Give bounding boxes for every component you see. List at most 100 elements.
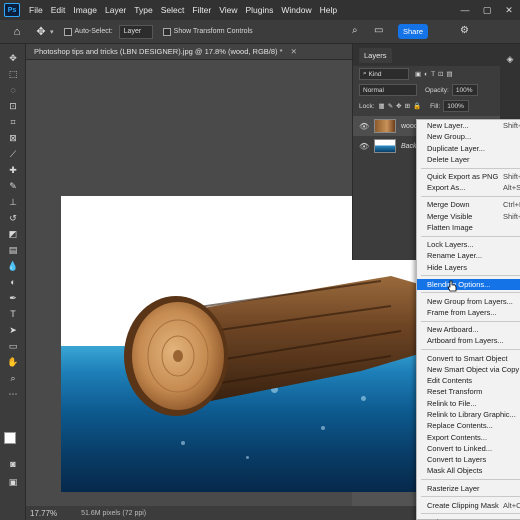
context-menu-item[interactable]: Convert to Linked... xyxy=(417,443,520,454)
menu-edit[interactable]: Edit xyxy=(47,5,70,15)
window-controls: — ▢ ✕ xyxy=(454,0,520,20)
frame-icon[interactable]: ⊠ xyxy=(0,130,26,146)
context-menu-item[interactable]: Duplicate Layer... xyxy=(417,143,520,154)
zoom-icon[interactable]: ⌕ xyxy=(0,370,26,386)
context-menu-item[interactable]: Blending Options... xyxy=(417,278,520,290)
context-menu-item[interactable]: New Smart Object via Copy xyxy=(417,364,520,375)
healing-brush-icon[interactable]: ✚ xyxy=(0,162,26,178)
close-window-button[interactable]: ✕ xyxy=(498,5,520,16)
history-brush-icon[interactable]: ↺ xyxy=(0,210,26,226)
move-icon[interactable]: ✥ xyxy=(0,50,26,66)
context-menu-item[interactable]: Rasterize Layer xyxy=(417,483,520,494)
context-menu-item-label: Relink to Library Graphic... xyxy=(427,410,516,419)
workspace-icon[interactable]: ▭ xyxy=(374,25,383,36)
color-swatches[interactable] xyxy=(4,432,24,452)
object-select-icon[interactable]: ⊡ xyxy=(0,98,26,114)
context-menu-item[interactable]: New Group... xyxy=(417,131,520,142)
opacity-field[interactable]: 100% xyxy=(451,84,478,96)
context-menu-item-shortcut: Shift+Ctrl+E xyxy=(503,211,520,221)
menu-image[interactable]: Image xyxy=(69,5,101,15)
document-tab[interactable]: Photoshop tips and tricks (LBN DESIGNER)… xyxy=(26,44,352,60)
context-menu-item[interactable]: New Layer... Shift+Ctrl+N xyxy=(417,120,520,131)
context-menu-item[interactable]: Frame from Layers... xyxy=(417,307,520,318)
transform-controls-checkbox[interactable] xyxy=(162,27,171,36)
context-menu-item[interactable]: Lock Layers... xyxy=(417,239,520,250)
menu-filter[interactable]: Filter xyxy=(188,5,215,15)
pen-icon[interactable]: ✒ xyxy=(0,290,26,306)
foreground-color-swatch[interactable] xyxy=(4,432,16,444)
marquee-icon[interactable]: ⬚ xyxy=(0,66,26,82)
menu-file[interactable]: File xyxy=(25,5,47,15)
context-menu-item[interactable]: Create Clipping Mask Alt+Ctrl+G xyxy=(417,500,520,511)
clone-stamp-icon[interactable]: ⊥ xyxy=(0,194,26,210)
crop-icon[interactable]: ⌗ xyxy=(0,114,26,130)
auto-select-dropdown[interactable]: Layer xyxy=(118,24,153,39)
layers-dock-icon[interactable]: ◈ xyxy=(500,50,520,68)
context-menu-item-shortcut: Alt+Shift+Ctrl+W xyxy=(503,183,520,193)
context-menu-item[interactable]: Convert to Layers xyxy=(417,454,520,465)
context-menu-item[interactable]: Edit Contents xyxy=(417,375,520,386)
context-menu-item[interactable]: Flatten Image xyxy=(417,222,520,233)
gradient-icon[interactable]: ▤ xyxy=(0,242,26,258)
close-icon[interactable]: ✕ xyxy=(291,47,297,56)
brush-icon[interactable]: ✎ xyxy=(0,178,26,194)
quick-mask-icon[interactable]: ◙ xyxy=(0,456,26,472)
blend-mode-dropdown[interactable]: Normal xyxy=(359,84,417,96)
menu-view[interactable]: View xyxy=(215,5,241,15)
context-menu-item[interactable]: Delete Layer xyxy=(417,154,520,165)
context-menu-item[interactable]: Replace Contents... xyxy=(417,420,520,431)
shape-icon[interactable]: ▭ xyxy=(0,338,26,354)
chevron-down-icon[interactable]: ▾ xyxy=(50,28,54,36)
auto-select-checkbox[interactable] xyxy=(63,27,72,36)
context-menu-item[interactable]: Relink to Library Graphic... xyxy=(417,409,520,420)
hand-icon[interactable]: ✋ xyxy=(0,354,26,370)
context-menu-item[interactable]: Relink to File... xyxy=(417,398,520,409)
eye-icon[interactable]: 👁 xyxy=(359,142,369,151)
kind-filter-dropdown[interactable]: ⌕ Kind xyxy=(359,68,409,80)
menu-type[interactable]: Type xyxy=(130,5,156,15)
menu-window[interactable]: Window xyxy=(277,5,315,15)
eyedropper-icon[interactable]: ⟋ xyxy=(0,146,26,162)
menu-layer[interactable]: Layer xyxy=(101,5,130,15)
context-menu-item[interactable]: Export As... Alt+Shift+Ctrl+W xyxy=(417,182,520,193)
path-select-icon[interactable]: ➤ xyxy=(0,322,26,338)
context-menu-item[interactable]: Quick Export as PNG Shift+Ctrl+' xyxy=(417,171,520,182)
eraser-icon[interactable]: ◩ xyxy=(0,226,26,242)
menu-help[interactable]: Help xyxy=(316,5,341,15)
search-icon[interactable]: ⌕ xyxy=(352,25,358,36)
fill-field[interactable]: 100% xyxy=(443,100,470,112)
move-tool-icon[interactable]: ✥ xyxy=(34,25,48,39)
context-menu-item[interactable]: Merge Visible Shift+Ctrl+E xyxy=(417,211,520,222)
blur-icon[interactable]: 💧 xyxy=(0,258,26,274)
canvas-area[interactable] xyxy=(26,60,451,506)
filter-icons[interactable]: ▣◐T⊡▤ xyxy=(415,70,456,78)
zoom-level[interactable]: 17.77% xyxy=(30,509,57,518)
maximize-button[interactable]: ▢ xyxy=(476,5,498,16)
screen-mode-icon[interactable]: ▣ xyxy=(0,474,26,490)
lasso-icon[interactable]: ◌ xyxy=(0,82,26,98)
type-icon[interactable]: T xyxy=(0,306,26,322)
gear-icon[interactable]: ⚙ xyxy=(460,25,469,36)
context-menu-item[interactable]: Mask All Objects xyxy=(417,465,520,476)
layers-panel-header: Layers xyxy=(353,44,500,66)
menu-select[interactable]: Select xyxy=(157,5,189,15)
lock-icons[interactable]: ▦✎✥⊞🔒 xyxy=(379,102,425,110)
document-info[interactable]: 51.6M pixels (72 ppi) xyxy=(81,510,146,517)
context-menu-item[interactable]: Export Contents... xyxy=(417,432,520,443)
context-menu-item[interactable]: New Group from Layers... xyxy=(417,296,520,307)
context-menu-item[interactable]: Reset Transform xyxy=(417,386,520,397)
minimize-button[interactable]: — xyxy=(454,5,476,15)
more-tools-icon[interactable]: ⋯ xyxy=(0,386,26,402)
context-menu-item[interactable]: Artboard from Layers... xyxy=(417,335,520,346)
context-menu-item[interactable]: Merge Down Ctrl+E xyxy=(417,199,520,210)
share-button[interactable]: Share xyxy=(398,24,428,39)
dodge-icon[interactable]: ◐ xyxy=(0,274,26,290)
context-menu-item[interactable]: Rename Layer... xyxy=(417,250,520,261)
context-menu-item[interactable]: Hide Layers xyxy=(417,262,520,273)
context-menu-item[interactable]: New Artboard... xyxy=(417,324,520,335)
context-menu-item[interactable]: Convert to Smart Object xyxy=(417,353,520,364)
menu-plugins[interactable]: Plugins xyxy=(241,5,277,15)
eye-icon[interactable]: 👁 xyxy=(359,122,369,131)
layers-tab[interactable]: Layers xyxy=(359,47,392,63)
home-icon[interactable]: ⌂ xyxy=(10,25,24,39)
